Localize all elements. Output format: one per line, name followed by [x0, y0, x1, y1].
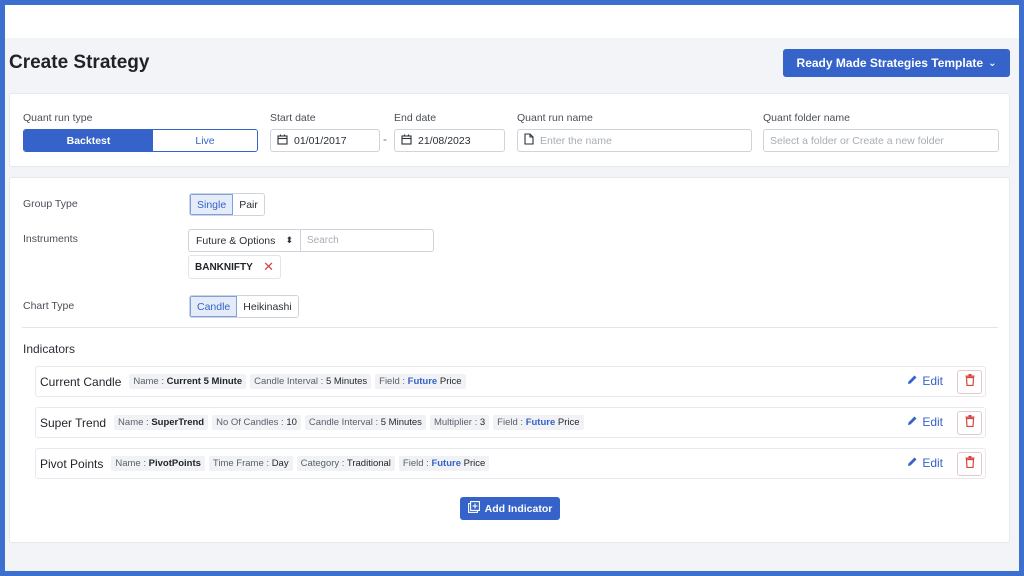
end-date-value: 21/08/2023 — [418, 134, 471, 147]
pencil-icon — [907, 374, 918, 388]
run-name-label: Quant run name — [517, 112, 593, 124]
start-date-label: Start date — [270, 112, 316, 124]
instruments-label: Instruments — [23, 233, 78, 245]
app-frame: Create Strategy Ready Made Strategies Te… — [5, 5, 1019, 571]
indicator-row: Current Candle Name : Current 5 Minute C… — [35, 366, 986, 397]
run-type-backtest[interactable]: Backtest — [24, 130, 153, 151]
date-separator: - — [383, 132, 387, 146]
run-type-label: Quant run type — [23, 112, 93, 124]
edit-indicator-button[interactable]: Edit — [907, 415, 943, 429]
add-indicator-label: Add Indicator — [484, 502, 553, 515]
trash-icon — [965, 414, 975, 432]
segment-value: Future & Options — [196, 234, 276, 247]
run-config-card: Quant run type Backtest Live Start date … — [9, 93, 1010, 167]
run-name-placeholder: Enter the name — [540, 134, 612, 147]
indicator-tag: Field : Future Price — [398, 456, 490, 471]
edit-indicator-button[interactable]: Edit — [907, 374, 943, 388]
add-indicator-button[interactable]: Add Indicator — [460, 497, 560, 520]
pencil-icon — [907, 415, 918, 429]
indicator-name: Super Trend — [40, 415, 107, 430]
indicator-name: Pivot Points — [40, 456, 104, 471]
trash-icon — [965, 373, 975, 391]
chart-type-toggle: Candle Heikinashi — [189, 295, 299, 318]
edit-indicator-button[interactable]: Edit — [907, 456, 943, 470]
instrument-chip: BANKNIFTY ✕ — [188, 255, 281, 279]
file-icon — [524, 133, 534, 148]
group-type-toggle: Single Pair — [189, 193, 265, 216]
indicator-tag: Category : Traditional — [296, 456, 395, 471]
indicator-tag: Multiplier : 3 — [429, 415, 490, 430]
start-date-field[interactable]: 01/01/2017 — [270, 129, 380, 152]
folder-placeholder: Select a folder or Create a new folder — [770, 134, 944, 147]
indicator-tag: Name : Current 5 Minute — [129, 374, 247, 389]
indicator-tag: Field : Future Price — [375, 374, 466, 389]
instrument-segment-select[interactable]: Future & Options ⬍ — [188, 229, 300, 252]
edit-label: Edit — [922, 374, 943, 388]
end-date-field[interactable]: 21/08/2023 — [394, 129, 505, 152]
trash-icon — [965, 455, 975, 473]
group-type-single[interactable]: Single — [190, 194, 234, 215]
indicator-tag: Time Frame : Day — [208, 456, 293, 471]
chart-type-label: Chart Type — [23, 300, 75, 312]
template-button-label: Ready Made Strategies Template — [796, 56, 984, 70]
run-type-toggle: Backtest Live — [23, 129, 258, 152]
indicator-tag: Candle Interval : 5 Minutes — [304, 415, 426, 430]
add-square-icon — [467, 501, 480, 516]
top-bar — [5, 5, 1019, 38]
search-placeholder: Search — [307, 235, 339, 246]
folder-select[interactable]: Select a folder or Create a new folder — [763, 129, 999, 152]
indicators-title: Indicators — [23, 342, 76, 356]
chart-type-candle[interactable]: Candle — [190, 296, 238, 317]
sort-arrows-icon: ⬍ — [285, 235, 293, 245]
indicator-name: Current Candle — [40, 374, 122, 389]
ready-made-templates-button[interactable]: Ready Made Strategies Template ⌄ — [783, 49, 1010, 77]
indicator-tag: No Of Candles : 10 — [212, 415, 301, 430]
folder-label: Quant folder name — [763, 112, 850, 124]
page-title: Create Strategy — [9, 52, 150, 73]
edit-label: Edit — [922, 456, 943, 470]
indicator-tag: Name : PivotPoints — [111, 456, 205, 471]
pencil-icon — [907, 456, 918, 470]
indicator-row: Pivot Points Name : PivotPoints Time Fra… — [35, 448, 986, 479]
chevron-down-icon: ⌄ — [988, 58, 997, 69]
delete-indicator-button[interactable] — [957, 370, 982, 394]
calendar-icon — [277, 134, 288, 148]
instrument-search-input[interactable]: Search — [300, 229, 434, 252]
chart-type-heikinashi[interactable]: Heikinashi — [237, 296, 298, 317]
indicator-row: Super Trend Name : SuperTrend No Of Cand… — [35, 407, 986, 438]
calendar-icon — [401, 134, 412, 148]
start-date-value: 01/01/2017 — [294, 134, 347, 147]
indicator-tag: Field : Future Price — [493, 415, 584, 430]
group-type-label: Group Type — [23, 198, 78, 210]
indicator-tag: Name : SuperTrend — [114, 415, 209, 430]
run-type-live[interactable]: Live — [153, 130, 257, 151]
delete-indicator-button[interactable] — [957, 452, 982, 476]
section-divider — [22, 327, 998, 328]
group-type-pair[interactable]: Pair — [233, 194, 264, 215]
indicator-tag: Candle Interval : 5 Minutes — [250, 374, 372, 389]
close-icon[interactable]: ✕ — [263, 259, 274, 275]
run-name-input[interactable]: Enter the name — [517, 129, 752, 152]
end-date-label: End date — [394, 112, 437, 124]
edit-label: Edit — [922, 415, 943, 429]
delete-indicator-button[interactable] — [957, 411, 982, 435]
instrument-chip-label: BANKNIFTY — [195, 261, 253, 273]
strategy-settings-card: Group Type Single Pair Instruments Chart… — [9, 177, 1010, 543]
